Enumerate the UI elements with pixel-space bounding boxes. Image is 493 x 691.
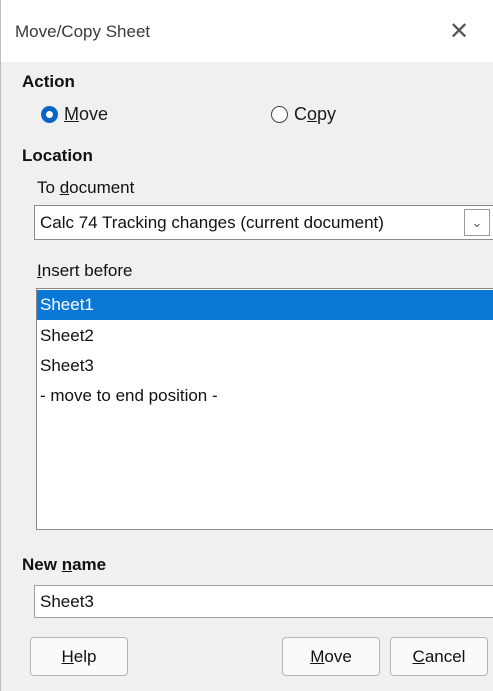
insert-before-list[interactable]: Sheet1 Sheet2 Sheet3 - move to end posit… [36,288,493,530]
close-icon[interactable]: ✕ [437,12,481,52]
radio-checked-icon [41,106,58,123]
list-item-sheet1[interactable]: Sheet1 [37,290,493,320]
chevron-down-icon[interactable]: ⌄ [464,209,490,236]
title-bar: Move/Copy Sheet ✕ [1,0,493,62]
copy-radio[interactable]: Copy [271,104,336,125]
new-name-heading: New name [22,555,107,574]
to-document-label: To document [37,178,135,197]
cancel-button[interactable]: Cancel [390,637,488,676]
to-document-value: Calc 74 Tracking changes (current docume… [40,213,384,232]
list-item-move-to-end[interactable]: - move to end position - [37,381,493,411]
new-name-input[interactable] [34,585,493,618]
list-item-sheet3[interactable]: Sheet3 [37,351,493,381]
move-radio-label: Move [64,104,109,124]
to-document-select[interactable]: Calc 74 Tracking changes (current docume… [34,205,493,240]
list-item-sheet2[interactable]: Sheet2 [37,321,493,351]
copy-radio-label: Copy [294,104,337,124]
help-button[interactable]: Help [30,637,128,676]
insert-before-label: Insert before [37,261,133,280]
action-heading: Action [22,72,75,91]
radio-unchecked-icon [271,106,288,123]
move-button[interactable]: Move [282,637,380,676]
move-copy-sheet-dialog: Move/Copy Sheet ✕ Action Move Copy Locat… [0,0,493,691]
move-radio[interactable]: Move [41,104,108,125]
dialog-title: Move/Copy Sheet [15,22,151,41]
location-heading: Location [22,146,93,165]
